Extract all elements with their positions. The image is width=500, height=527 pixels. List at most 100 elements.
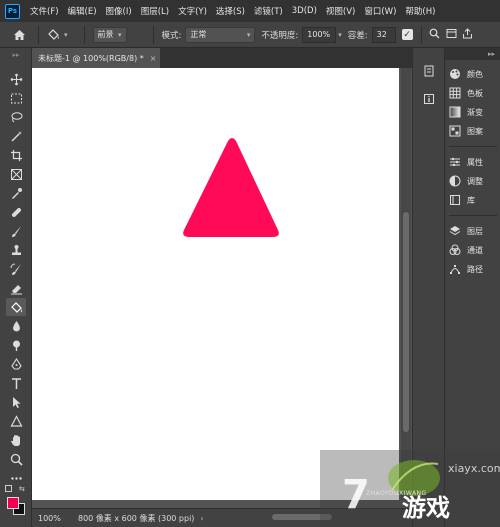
panel-layers[interactable]: 图层: [449, 223, 499, 239]
eyedropper-tool-icon[interactable]: [6, 184, 26, 202]
type-tool-icon[interactable]: [6, 374, 26, 392]
panel-color[interactable]: 颜色: [449, 66, 499, 82]
clone-stamp-tool-icon[interactable]: [6, 241, 26, 259]
menu-filter[interactable]: 滤镜(T): [254, 5, 283, 17]
photoshop-logo: Ps: [5, 3, 20, 19]
adjustments-icon: [449, 175, 461, 187]
divider: [449, 146, 497, 147]
dodge-tool-icon[interactable]: [6, 336, 26, 354]
options-bar: ▾ 前景 ▾ 模式: 正常 ▾ 不透明度: 100% ▾ 容差: 32 ✓: [0, 22, 500, 48]
history-icon[interactable]: [422, 64, 436, 78]
channels-icon: [449, 244, 461, 255]
zoom-tool-icon[interactable]: [6, 450, 26, 468]
panel-patterns[interactable]: 图案: [449, 123, 499, 139]
collapse-panels-icon[interactable]: ▸▸: [445, 48, 500, 60]
paint-bucket-tool-icon[interactable]: [6, 298, 26, 316]
divider: [152, 25, 154, 44]
panel-properties-label: 属性: [467, 157, 483, 167]
chevron-down-icon: ▾: [246, 30, 251, 39]
libraries-icon: [450, 195, 460, 205]
crop-tool-icon[interactable]: [6, 146, 26, 164]
opacity-label: 不透明度:: [261, 30, 299, 41]
close-icon[interactable]: ×: [150, 54, 157, 63]
healing-brush-tool-icon[interactable]: [6, 203, 26, 221]
panel-color-label: 颜色: [467, 69, 483, 79]
gradient-icon: [449, 106, 461, 118]
document-canvas[interactable]: [32, 68, 399, 500]
menu-3d[interactable]: 3D(D): [292, 6, 317, 16]
home-icon[interactable]: [8, 29, 30, 41]
pen-tool-icon[interactable]: [6, 355, 26, 373]
menu-image[interactable]: 图像(I): [106, 5, 132, 17]
default-colors-icon[interactable]: [5, 485, 12, 492]
eraser-tool-icon[interactable]: [6, 279, 26, 297]
panel-layers-label: 图层: [467, 226, 483, 236]
marquee-tool-icon[interactable]: [6, 89, 26, 107]
frame-tool-icon[interactable]: [6, 165, 26, 183]
panel-libraries[interactable]: 库: [449, 192, 499, 208]
antialias-checkbox[interactable]: ✓: [401, 29, 413, 40]
panel-gradients-label: 渐变: [467, 107, 483, 117]
panel-paths[interactable]: 路径: [449, 261, 499, 277]
vertical-scroll-thumb[interactable]: [403, 212, 409, 432]
watermark: 7 xiayx.com 游戏 ZHAOYOUXIWANG: [320, 450, 500, 527]
mode-label: 模式:: [161, 30, 182, 41]
watermark-pinyin: ZHAOYOUXIWANG: [366, 490, 427, 497]
chevron-right-icon[interactable]: ›: [200, 514, 203, 523]
mode-select[interactable]: 正常 ▾: [185, 26, 256, 43]
blur-tool-icon[interactable]: [6, 317, 26, 335]
search-icon[interactable]: [429, 28, 440, 41]
chevron-down-icon: ▾: [118, 30, 122, 39]
menu-view[interactable]: 视图(V): [326, 5, 355, 17]
divider: [449, 215, 497, 216]
mode-value: 正常: [190, 30, 207, 39]
panel-channels[interactable]: 通道: [449, 242, 499, 258]
vertical-scrollbar[interactable]: [401, 68, 411, 500]
menu-type[interactable]: 文字(Y): [178, 5, 207, 17]
palette-icon: [450, 69, 460, 79]
panel-grip[interactable]: ▸▸: [6, 51, 26, 59]
pink-triangle[interactable]: [183, 138, 279, 237]
divider: [83, 25, 85, 44]
menu-bar: Ps 文件(F) 编辑(E) 图像(I) 图层(L) 文字(Y) 选择(S) 滤…: [0, 0, 500, 22]
divider: [38, 25, 39, 44]
swap-colors-icon[interactable]: ⇆: [19, 485, 25, 493]
menu-select[interactable]: 选择(S): [216, 5, 245, 17]
foreground-color-swatch[interactable]: [7, 497, 19, 509]
hand-tool-icon[interactable]: [6, 431, 26, 449]
share-icon[interactable]: [462, 28, 473, 41]
info-icon[interactable]: [422, 92, 436, 106]
menu-layer[interactable]: 图层(L): [141, 5, 169, 17]
panel-adjustments[interactable]: 调整: [449, 173, 499, 189]
panel-gradients[interactable]: 渐变: [449, 104, 499, 120]
panel-libraries-label: 库: [467, 195, 475, 205]
zoom-level[interactable]: 100%: [38, 514, 74, 523]
pattern-icon: [449, 125, 461, 137]
shape-tool-icon[interactable]: [6, 412, 26, 430]
chevron-down-icon[interactable]: ▾: [338, 31, 342, 39]
history-brush-tool-icon[interactable]: [6, 260, 26, 278]
properties-icon: [450, 157, 460, 167]
document-tab[interactable]: 未标题-1 @ 100%(RGB/8) * ×: [32, 48, 160, 68]
magic-wand-tool-icon[interactable]: [6, 127, 26, 145]
menu-help[interactable]: 帮助(H): [405, 5, 435, 17]
panel-properties[interactable]: 属性: [449, 154, 499, 170]
document-tab-title: 未标题-1 @ 100%(RGB/8) *: [38, 53, 144, 63]
opacity-input[interactable]: 100%: [302, 26, 337, 43]
menu-file[interactable]: 文件(F): [30, 5, 59, 17]
lasso-tool-icon[interactable]: [6, 108, 26, 126]
path-selection-tool-icon[interactable]: [6, 393, 26, 411]
panel-swatches[interactable]: 色板: [449, 85, 499, 101]
tolerance-input[interactable]: 32: [371, 26, 396, 43]
document-tab-bar: 未标题-1 @ 100%(RGB/8) * ×: [32, 48, 412, 68]
fill-source-select[interactable]: 前景 ▾: [92, 26, 127, 43]
tolerance-label: 容差:: [347, 30, 368, 41]
menu-edit[interactable]: 编辑(E): [68, 5, 97, 17]
brush-tool-icon[interactable]: [6, 222, 26, 240]
paint-bucket-tool-preset-icon[interactable]: ▾: [47, 28, 68, 41]
menu-window[interactable]: 窗口(W): [364, 5, 396, 17]
move-tool-icon[interactable]: [6, 70, 26, 88]
workspace-icon[interactable]: [446, 28, 457, 41]
tools-panel: ▸▸ ⇆: [0, 48, 32, 527]
tolerance-value: 32: [376, 30, 387, 39]
